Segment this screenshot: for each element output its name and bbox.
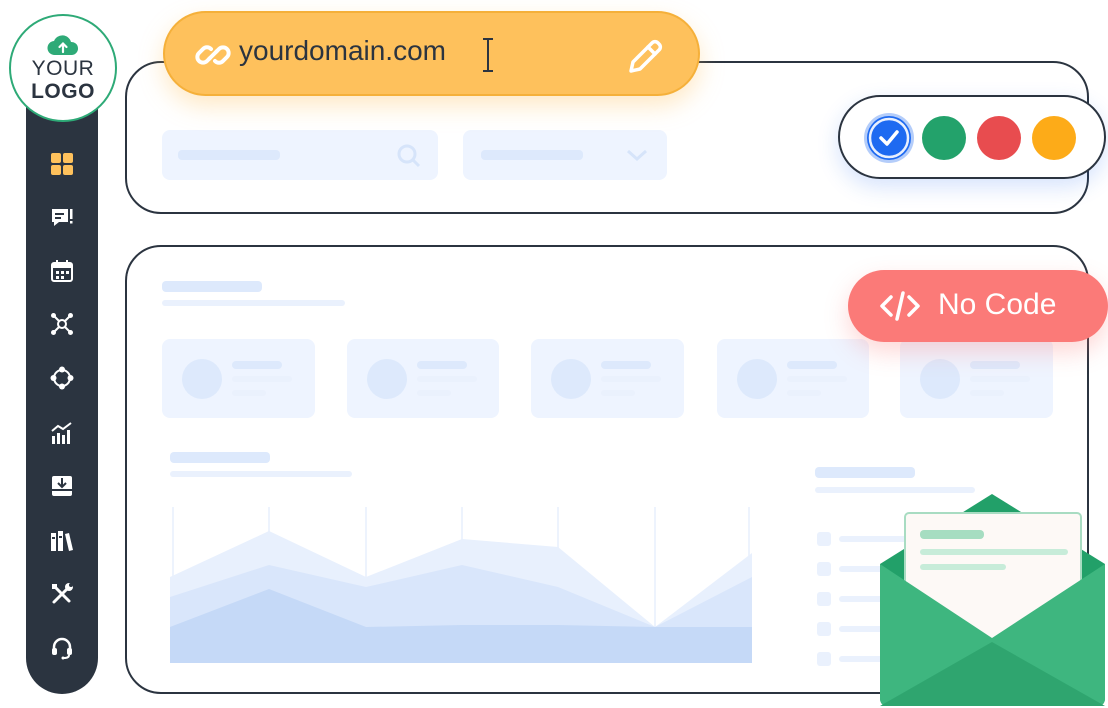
envelope-mail-icon — [880, 494, 1105, 706]
color-swatch-green[interactable] — [922, 116, 966, 160]
dashboard-subtitle-placeholder — [162, 300, 345, 306]
code-brackets-icon — [880, 291, 920, 321]
stat-card — [531, 339, 684, 418]
brand-logo: YOUR LOGO — [9, 14, 117, 122]
dashboard-title-placeholder — [162, 281, 262, 292]
color-picker — [838, 95, 1106, 179]
calendar-icon[interactable] — [49, 258, 75, 284]
edit-pencil-icon[interactable] — [625, 37, 665, 77]
stat-card — [162, 339, 315, 418]
color-swatch-red[interactable] — [977, 116, 1021, 160]
domain-text: yourdomain.com — [239, 35, 446, 66]
tools-icon[interactable] — [49, 581, 75, 607]
link-icon — [195, 45, 231, 65]
logo-text-logo: LOGO — [31, 80, 95, 103]
chart-analytics-icon[interactable] — [49, 420, 75, 446]
chat-message-icon[interactable] — [49, 205, 75, 231]
stat-card — [900, 339, 1053, 418]
cloud-upload-icon — [47, 35, 79, 56]
chevron-down-icon — [627, 149, 647, 162]
pipeline-circle-icon[interactable] — [49, 365, 75, 391]
text-cursor-icon — [483, 38, 493, 72]
dashboard-grid-icon[interactable] — [49, 151, 75, 177]
color-swatch-orange[interactable] — [1032, 116, 1076, 160]
inbox-download-icon[interactable] — [49, 473, 75, 499]
checkmark-icon — [868, 117, 910, 159]
search-icon — [397, 144, 421, 168]
headset-support-icon[interactable] — [49, 635, 75, 661]
chart-subtitle-placeholder — [170, 471, 352, 477]
logo-text-your: YOUR — [31, 57, 95, 80]
library-books-icon[interactable] — [49, 528, 75, 554]
stat-card — [347, 339, 499, 418]
list-title-placeholder — [815, 467, 915, 478]
search-input-placeholder[interactable] — [162, 130, 438, 180]
network-nodes-icon[interactable] — [49, 311, 75, 337]
color-swatch-blue[interactable] — [867, 116, 911, 160]
no-code-label: No Code — [938, 288, 1057, 321]
chart-title-placeholder — [170, 452, 270, 463]
area-chart-placeholder — [170, 507, 752, 663]
no-code-badge: No Code — [848, 270, 1108, 342]
dropdown-placeholder[interactable] — [463, 130, 667, 180]
domain-input[interactable]: yourdomain.com — [163, 11, 700, 96]
stat-card — [717, 339, 869, 418]
